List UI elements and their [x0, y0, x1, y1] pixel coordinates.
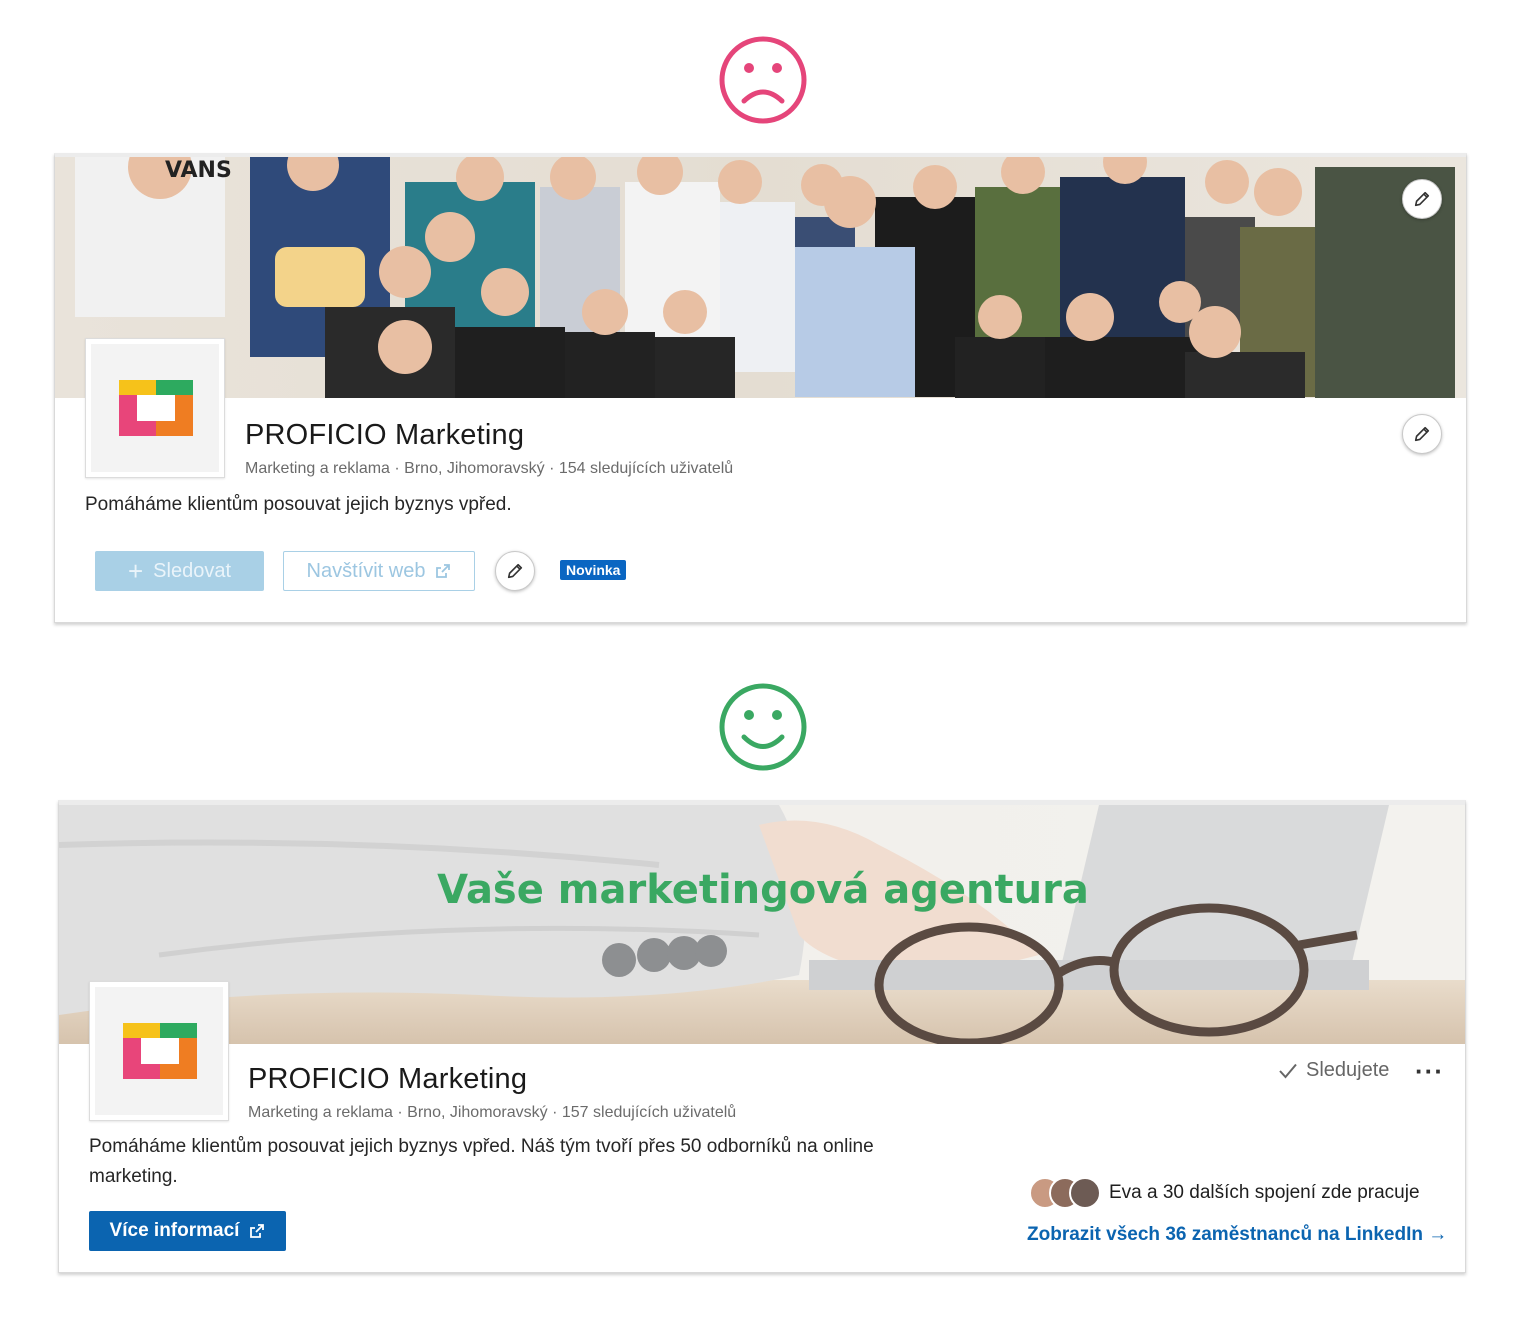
company-logo [89, 981, 229, 1121]
pencil-icon [507, 563, 523, 579]
avatar [1069, 1177, 1101, 1209]
cover-photo-team: VANS [55, 157, 1466, 398]
smiley-face-icon [719, 683, 807, 771]
follow-button[interactable]: + Sledovat [95, 551, 264, 591]
edit-cover-button[interactable] [1402, 179, 1442, 219]
company-description: Pomáháme klientům posouvat jejich byznys… [85, 494, 512, 515]
connections-summary[interactable]: Eva a 30 dalších spojení zde pracuje [1029, 1177, 1420, 1209]
proficio-logo [119, 380, 193, 436]
pencil-icon [1414, 426, 1430, 442]
connections-text: Eva a 30 dalších spojení zde pracuje [1109, 1182, 1420, 1203]
company-page-before: VANS PROFICIO Marketing Marketing a rekl… [54, 153, 1467, 623]
company-name: PROFICIO Marketing [248, 1063, 528, 1095]
checkmark-icon [1279, 1063, 1297, 1079]
edit-buttons-button[interactable] [495, 551, 535, 591]
follow-label: Sledovat [153, 559, 232, 582]
edit-profile-button[interactable] [1402, 414, 1442, 454]
connection-avatars [1029, 1177, 1101, 1209]
visit-website-button[interactable]: Navštívit web [283, 551, 475, 591]
company-meta: Marketing a reklama · Brno, Jihomoravský… [245, 460, 734, 477]
company-logo [85, 338, 225, 478]
company-meta: Marketing a reklama · Brno, Jihomoravský… [248, 1104, 737, 1121]
following-button[interactable]: Sledujete [1279, 1059, 1389, 1082]
all-employees-link[interactable]: Zobrazit všech 36 zaměstnanců na LinkedI… [1027, 1224, 1447, 1246]
company-name: PROFICIO Marketing [245, 419, 525, 451]
following-label: Sledujete [1306, 1059, 1390, 1081]
more-options-button[interactable]: ··· [1415, 1058, 1444, 1084]
external-link-icon [250, 1224, 265, 1238]
company-page-after: Vaše marketingová agentura PROFICIO Mark… [58, 800, 1466, 1273]
cover-headline: Vaše marketingová agentura [437, 867, 1089, 913]
cover-photo-laptop: Vaše marketingová agentura [59, 805, 1465, 1044]
pencil-icon [1414, 191, 1430, 207]
sad-face-icon [719, 36, 807, 124]
proficio-logo [123, 1023, 197, 1079]
svg-text:VANS: VANS [165, 158, 232, 183]
company-description: Pomáháme klientům posouvat jejich byznys… [89, 1136, 874, 1187]
more-info-label: Více informací [109, 1220, 240, 1241]
more-info-button[interactable]: Více informací [89, 1211, 286, 1251]
new-badge: Novinka [560, 560, 627, 580]
visit-website-label: Navštívit web [306, 559, 426, 582]
plus-icon: + [127, 556, 144, 586]
external-link-icon [436, 564, 451, 578]
